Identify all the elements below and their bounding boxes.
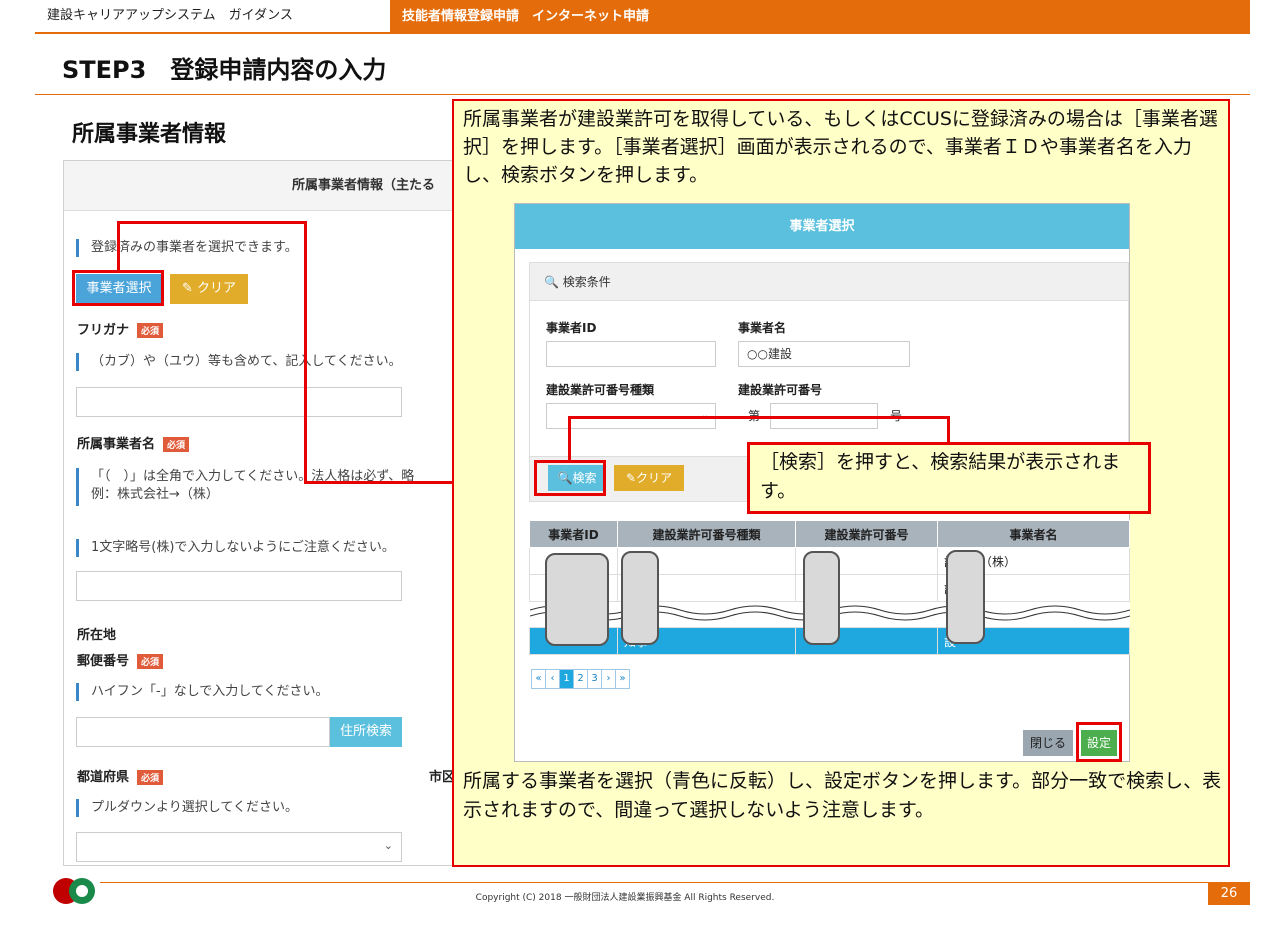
- connector-line: [117, 221, 120, 272]
- col-permit-type: 建設業許可番号種類: [617, 520, 796, 548]
- address-label: 所在地: [77, 628, 117, 643]
- close-button[interactable]: 閉じる: [1023, 730, 1073, 756]
- page-prev[interactable]: ‹: [545, 669, 560, 689]
- furigana-label: フリガナ 必須: [77, 319, 164, 338]
- page-3[interactable]: 3: [587, 669, 602, 689]
- clear-button[interactable]: ✎ クリア: [170, 274, 248, 304]
- copyright-text: Copyright (C) 2018 一般財団法人建設業振興基金 All Rig…: [475, 893, 775, 903]
- search-condition-title: 検索条件: [562, 275, 611, 289]
- guide-title-bar: 建設キャリアアップシステム ガイダンス: [35, 0, 390, 34]
- furigana-note: （カブ）や（ユウ）等も含めて、記入してください。: [76, 353, 402, 371]
- furigana-label-text: フリガナ: [77, 323, 130, 338]
- connector-line: [117, 221, 307, 229]
- dialog-clear-label: クリア: [636, 471, 673, 485]
- highlight-select-button: [72, 270, 164, 306]
- callout-instruction-top: 所属事業者が建設業許可を取得している、もしくはCCUSに登録済みの場合は［事業者…: [463, 108, 1218, 186]
- search-condition-header: 🔍 検索条件: [530, 263, 1128, 301]
- prefecture-select[interactable]: ⌄: [76, 832, 402, 862]
- registered-note: 登録済みの事業者を選択できます。: [76, 239, 298, 257]
- company-name-input[interactable]: [76, 571, 402, 601]
- redaction-block: [545, 553, 609, 646]
- page-number: 26: [1208, 883, 1250, 905]
- search-icon: 🔍: [544, 275, 559, 289]
- address-search-button[interactable]: 住所検索: [330, 717, 402, 747]
- section-title: 所属事業者情報: [72, 122, 227, 147]
- page-first[interactable]: «: [531, 669, 546, 689]
- prefecture-label: 都道府県 必須: [77, 766, 164, 785]
- search-hint-callout: ［検索］を押すと、検索結果が表示されます。: [747, 442, 1151, 514]
- connector-line: [568, 416, 571, 462]
- connector-line: [304, 221, 307, 484]
- company-name-input[interactable]: ○○建設: [738, 341, 910, 367]
- affiliation-form: 所属事業者情報（主たる 登録済みの事業者を選択できます。 事業者選択 ✎ クリア…: [63, 160, 463, 866]
- company-note: 「（ ）」は全角で入力してください。法人格は必ず、略 例：株式会社→（株）: [76, 468, 414, 506]
- col-company-name: 事業者名: [937, 520, 1130, 548]
- permit-type-label: 建設業許可番号種類: [546, 383, 655, 397]
- page-1[interactable]: 1: [559, 669, 574, 689]
- connector-line: [568, 416, 950, 419]
- connector-line: [304, 481, 453, 484]
- form-header: 所属事業者情報（主たる: [64, 161, 462, 211]
- results-header-row: 事業者ID 建設業許可番号種類 建設業許可番号 事業者名: [529, 520, 1130, 548]
- connector-line: [947, 416, 950, 444]
- company-name-label: 事業者名: [738, 321, 787, 335]
- eraser-icon: ✎: [625, 471, 637, 485]
- postal-label-text: 郵便番号: [77, 654, 130, 669]
- required-badge: 必須: [137, 654, 164, 669]
- redaction-block: [621, 551, 659, 645]
- pref-label-text: 都道府県: [77, 770, 130, 785]
- footer-divider: [100, 882, 1250, 883]
- company-note-abbrev: 1文字略号(株)で入力しないようにご注意ください。: [76, 539, 395, 557]
- callout-instruction-bottom: 所属する事業者を選択（青色に反転）し、設定ボタンを押します。部分一致で検索し、表…: [463, 770, 1222, 821]
- prefecture-note: プルダウンより選択してください。: [76, 799, 298, 817]
- required-badge: 必須: [137, 770, 164, 785]
- dialog-clear-button[interactable]: ✎クリア: [614, 465, 684, 491]
- page-next[interactable]: ›: [601, 669, 616, 689]
- postal-input[interactable]: [76, 717, 330, 747]
- furigana-input[interactable]: [76, 387, 402, 417]
- company-note-line2: 例：株式会社→（株）: [91, 487, 219, 502]
- search-condition-panel: 🔍 検索条件 事業者ID 事業者名 ○○建設 建設業許可番号種類 建設業許可番号…: [529, 262, 1129, 462]
- col-company-id: 事業者ID: [529, 520, 618, 548]
- section-banner: 技能者情報登録申請 インターネット申請: [390, 0, 1250, 34]
- clear-label: クリア: [197, 281, 237, 296]
- page-title: STEP3 登録申請内容の入力: [62, 56, 387, 84]
- chevron-down-icon: ⌄: [383, 839, 393, 852]
- required-badge: 必須: [163, 437, 190, 452]
- permit-number-label: 建設業許可番号: [738, 383, 823, 397]
- highlight-set-button: [1076, 722, 1122, 762]
- postal-note: ハイフン「-」なしで入力してください。: [76, 683, 329, 701]
- dialog-title: 事業者選択: [515, 204, 1129, 249]
- required-badge: 必須: [137, 323, 164, 338]
- redaction-block: [946, 550, 985, 644]
- company-id-label: 事業者ID: [546, 321, 597, 335]
- highlight-search-button: [534, 460, 606, 496]
- col-permit-number: 建設業許可番号: [795, 520, 938, 548]
- page-2[interactable]: 2: [573, 669, 588, 689]
- company-label-text: 所属事業者名: [77, 437, 156, 452]
- page-last[interactable]: »: [615, 669, 630, 689]
- title-divider: [35, 94, 1250, 95]
- redaction-block: [803, 551, 840, 645]
- company-id-input[interactable]: [546, 341, 716, 367]
- postal-label: 郵便番号 必須: [77, 650, 164, 669]
- company-name-label: 所属事業者名 必須: [77, 433, 190, 452]
- eraser-icon: ✎: [181, 281, 193, 296]
